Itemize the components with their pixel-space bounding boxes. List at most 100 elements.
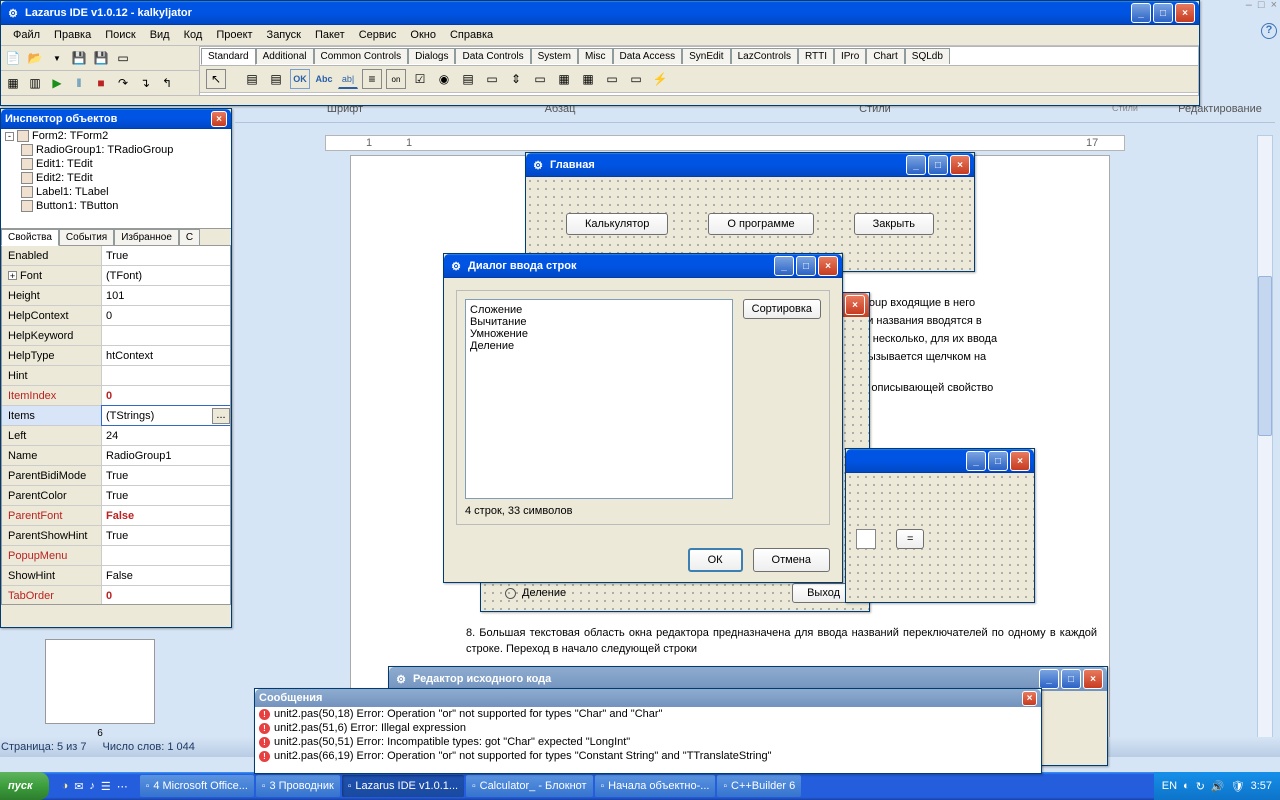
newform-icon[interactable]: ▭ xyxy=(113,48,133,68)
lazarus-menubar[interactable]: Файл Правка Поиск Вид Код Проект Запуск … xyxy=(1,25,1199,46)
file-toolbar[interactable]: 📄 📂 ▼ 💾 💾 ▭ xyxy=(1,46,199,71)
prop-row-itemindex[interactable]: ItemIndex0 xyxy=(2,386,230,406)
btn-close[interactable]: Закрыть xyxy=(854,213,934,235)
menu-run[interactable]: Запуск xyxy=(261,27,307,43)
tab-synedit[interactable]: SynEdit xyxy=(682,48,730,64)
close-button[interactable]: × xyxy=(950,155,970,175)
word-thumbnail-pane[interactable]: 6 xyxy=(5,635,195,745)
prop-row-enabled[interactable]: EnabledTrue xyxy=(2,246,230,266)
close-button[interactable]: × xyxy=(845,295,865,315)
comp-radio-icon[interactable]: ◉ xyxy=(434,69,454,89)
quicklaunch[interactable]: ◑ ✉ ♪ ☰ ⋯ xyxy=(55,780,135,793)
tab-dialogs[interactable]: Dialogs xyxy=(408,48,455,64)
tab-additional[interactable]: Additional xyxy=(256,48,314,64)
tab-rtti[interactable]: RTTI xyxy=(798,48,834,64)
minimize-button[interactable]: _ xyxy=(774,256,794,276)
maximize-button[interactable]: □ xyxy=(796,256,816,276)
comp-listbox-icon[interactable]: ▤ xyxy=(458,69,478,89)
inspector-tabs[interactable]: Свойства События Избранное С xyxy=(1,229,231,245)
comp-radiogroup-icon[interactable]: ▦ xyxy=(554,69,574,89)
word-min[interactable]: –□× xyxy=(1246,0,1277,11)
task-item[interactable]: ▫Calculator_ - Блокнот xyxy=(466,775,593,797)
prop-row-parentcolor[interactable]: ParentColorTrue xyxy=(2,486,230,506)
prop-row-popupmenu[interactable]: PopupMenu xyxy=(2,546,230,566)
minimize-button[interactable]: _ xyxy=(1131,3,1151,23)
horizontal-ruler[interactable]: 1117 xyxy=(325,135,1125,151)
edit-result[interactable] xyxy=(856,529,876,549)
comp-combobox-icon[interactable]: ▭ xyxy=(482,69,502,89)
tray-icon[interactable]: 🔊 xyxy=(1211,780,1225,793)
prop-row-font[interactable]: +Font(TFont) xyxy=(2,266,230,286)
btn-eq[interactable]: = xyxy=(896,529,924,549)
tab-events[interactable]: События xyxy=(59,229,114,245)
ql-icon[interactable]: ☰ xyxy=(98,780,114,793)
btn-ok[interactable]: ОК xyxy=(688,548,743,572)
comp-toggle-icon[interactable]: on xyxy=(386,69,406,89)
tree-edit1[interactable]: Edit1: TEdit xyxy=(1,157,231,171)
taskbar-items[interactable]: ▫4 Microsoft Office...▫3 Проводник▫Lazar… xyxy=(135,775,1154,797)
strings-memo[interactable]: Сложение Вычитание Умножение Деление xyxy=(465,299,733,499)
tab-props[interactable]: Свойства xyxy=(1,229,59,246)
tab-restrict[interactable]: С xyxy=(179,229,200,245)
start-button[interactable]: пуск xyxy=(0,772,49,800)
comp-checkbox-icon[interactable]: ☑ xyxy=(410,69,430,89)
prop-row-helptype[interactable]: HelpTypehtContext xyxy=(2,346,230,366)
prop-row-helpkeyword[interactable]: HelpKeyword xyxy=(2,326,230,346)
tree-edit2[interactable]: Edit2: TEdit xyxy=(1,171,231,185)
menu-view[interactable]: Вид xyxy=(144,27,176,43)
ql-icon[interactable]: ◑ xyxy=(59,780,72,792)
stop-icon[interactable]: ■ xyxy=(91,73,111,93)
menu-package[interactable]: Пакет xyxy=(309,27,351,43)
save-icon[interactable]: 💾 xyxy=(69,48,89,68)
systray[interactable]: EN ◐ ↻ 🔊 🛡 3:57 xyxy=(1154,772,1280,800)
task-item[interactable]: ▫C++Builder 6 xyxy=(717,775,801,797)
comp-group-icon[interactable]: ▭ xyxy=(530,69,550,89)
ellipsis-button[interactable]: ... xyxy=(212,408,230,424)
tab-datactrl[interactable]: Data Controls xyxy=(455,48,530,64)
strings-titlebar[interactable]: ⚙ Диалог ввода строк _ □ × xyxy=(444,254,842,278)
tab-sqldb[interactable]: SQLdb xyxy=(905,48,950,64)
tab-common[interactable]: Common Controls xyxy=(314,48,409,64)
comp-action-icon[interactable]: ⚡ xyxy=(650,69,670,89)
comp-edit-icon[interactable]: ab| xyxy=(338,69,358,89)
tab-dataaccess[interactable]: Data Access xyxy=(613,48,683,64)
maximize-button[interactable]: □ xyxy=(928,155,948,175)
btn-sort[interactable]: Сортировка xyxy=(743,299,821,319)
dropdown-icon[interactable]: ▼ xyxy=(47,48,67,68)
comp-popupmenu-icon[interactable]: ▤ xyxy=(266,69,286,89)
task-item[interactable]: ▫Lazarus IDE v1.0.1... xyxy=(342,775,464,797)
prop-row-showhint[interactable]: ShowHintFalse xyxy=(2,566,230,586)
ql-icon[interactable]: ✉ xyxy=(71,780,86,793)
task-item[interactable]: ▫Начала объектно-... xyxy=(595,775,716,797)
comp-button-icon[interactable]: OK xyxy=(290,69,310,89)
new-icon[interactable]: 📄 xyxy=(3,48,23,68)
comp-memo-icon[interactable]: ≡ xyxy=(362,69,382,89)
message-item[interactable]: !unit2.pas(66,19) Error: Operation "or" … xyxy=(255,749,1041,763)
tree-radiogroup[interactable]: RadioGroup1: TRadioGroup xyxy=(1,143,231,157)
message-item[interactable]: !unit2.pas(51,6) Error: Illegal expressi… xyxy=(255,721,1041,735)
message-item[interactable]: !unit2.pas(50,18) Error: Operation "or" … xyxy=(255,707,1041,721)
lang-indicator[interactable]: EN xyxy=(1162,780,1177,792)
pause-icon[interactable]: ‖ xyxy=(69,73,89,93)
prop-row-parentbidimode[interactable]: ParentBidiModeTrue xyxy=(2,466,230,486)
ql-icon[interactable]: ⋯ xyxy=(114,780,131,793)
stepout-icon[interactable]: ↰ xyxy=(157,73,177,93)
task-item[interactable]: ▫3 Проводник xyxy=(256,775,340,797)
prop-row-height[interactable]: Height101 xyxy=(2,286,230,306)
tab-fav[interactable]: Избранное xyxy=(114,229,179,245)
minimize-button[interactable]: _ xyxy=(966,451,986,471)
prop-row-items[interactable]: Items(TStrings)... xyxy=(2,406,230,426)
run-toolbar[interactable]: ▦ ▥ ▶ ‖ ■ ↷ ↴ ↰ xyxy=(1,71,199,96)
comp-mainmenu-icon[interactable]: ▤ xyxy=(242,69,262,89)
saveall-icon[interactable]: 💾 xyxy=(91,48,111,68)
menu-file[interactable]: Файл xyxy=(7,27,46,43)
menu-edit[interactable]: Правка xyxy=(48,27,97,43)
stepin-icon[interactable]: ↴ xyxy=(135,73,155,93)
maximize-button[interactable]: □ xyxy=(1061,669,1081,689)
minimize-button[interactable]: _ xyxy=(1039,669,1059,689)
prop-row-name[interactable]: NameRadioGroup1 xyxy=(2,446,230,466)
inspector-close[interactable]: × xyxy=(211,111,227,127)
component-palette[interactable]: ↖ ▤ ▤ OK Abc ab| ≡ on ☑ ◉ ▤ ▭ ⇕ ▭ ▦ ▦ ▭ … xyxy=(200,66,1198,93)
comp-label-icon[interactable]: Abc xyxy=(314,69,334,89)
menu-project[interactable]: Проект xyxy=(210,27,258,43)
